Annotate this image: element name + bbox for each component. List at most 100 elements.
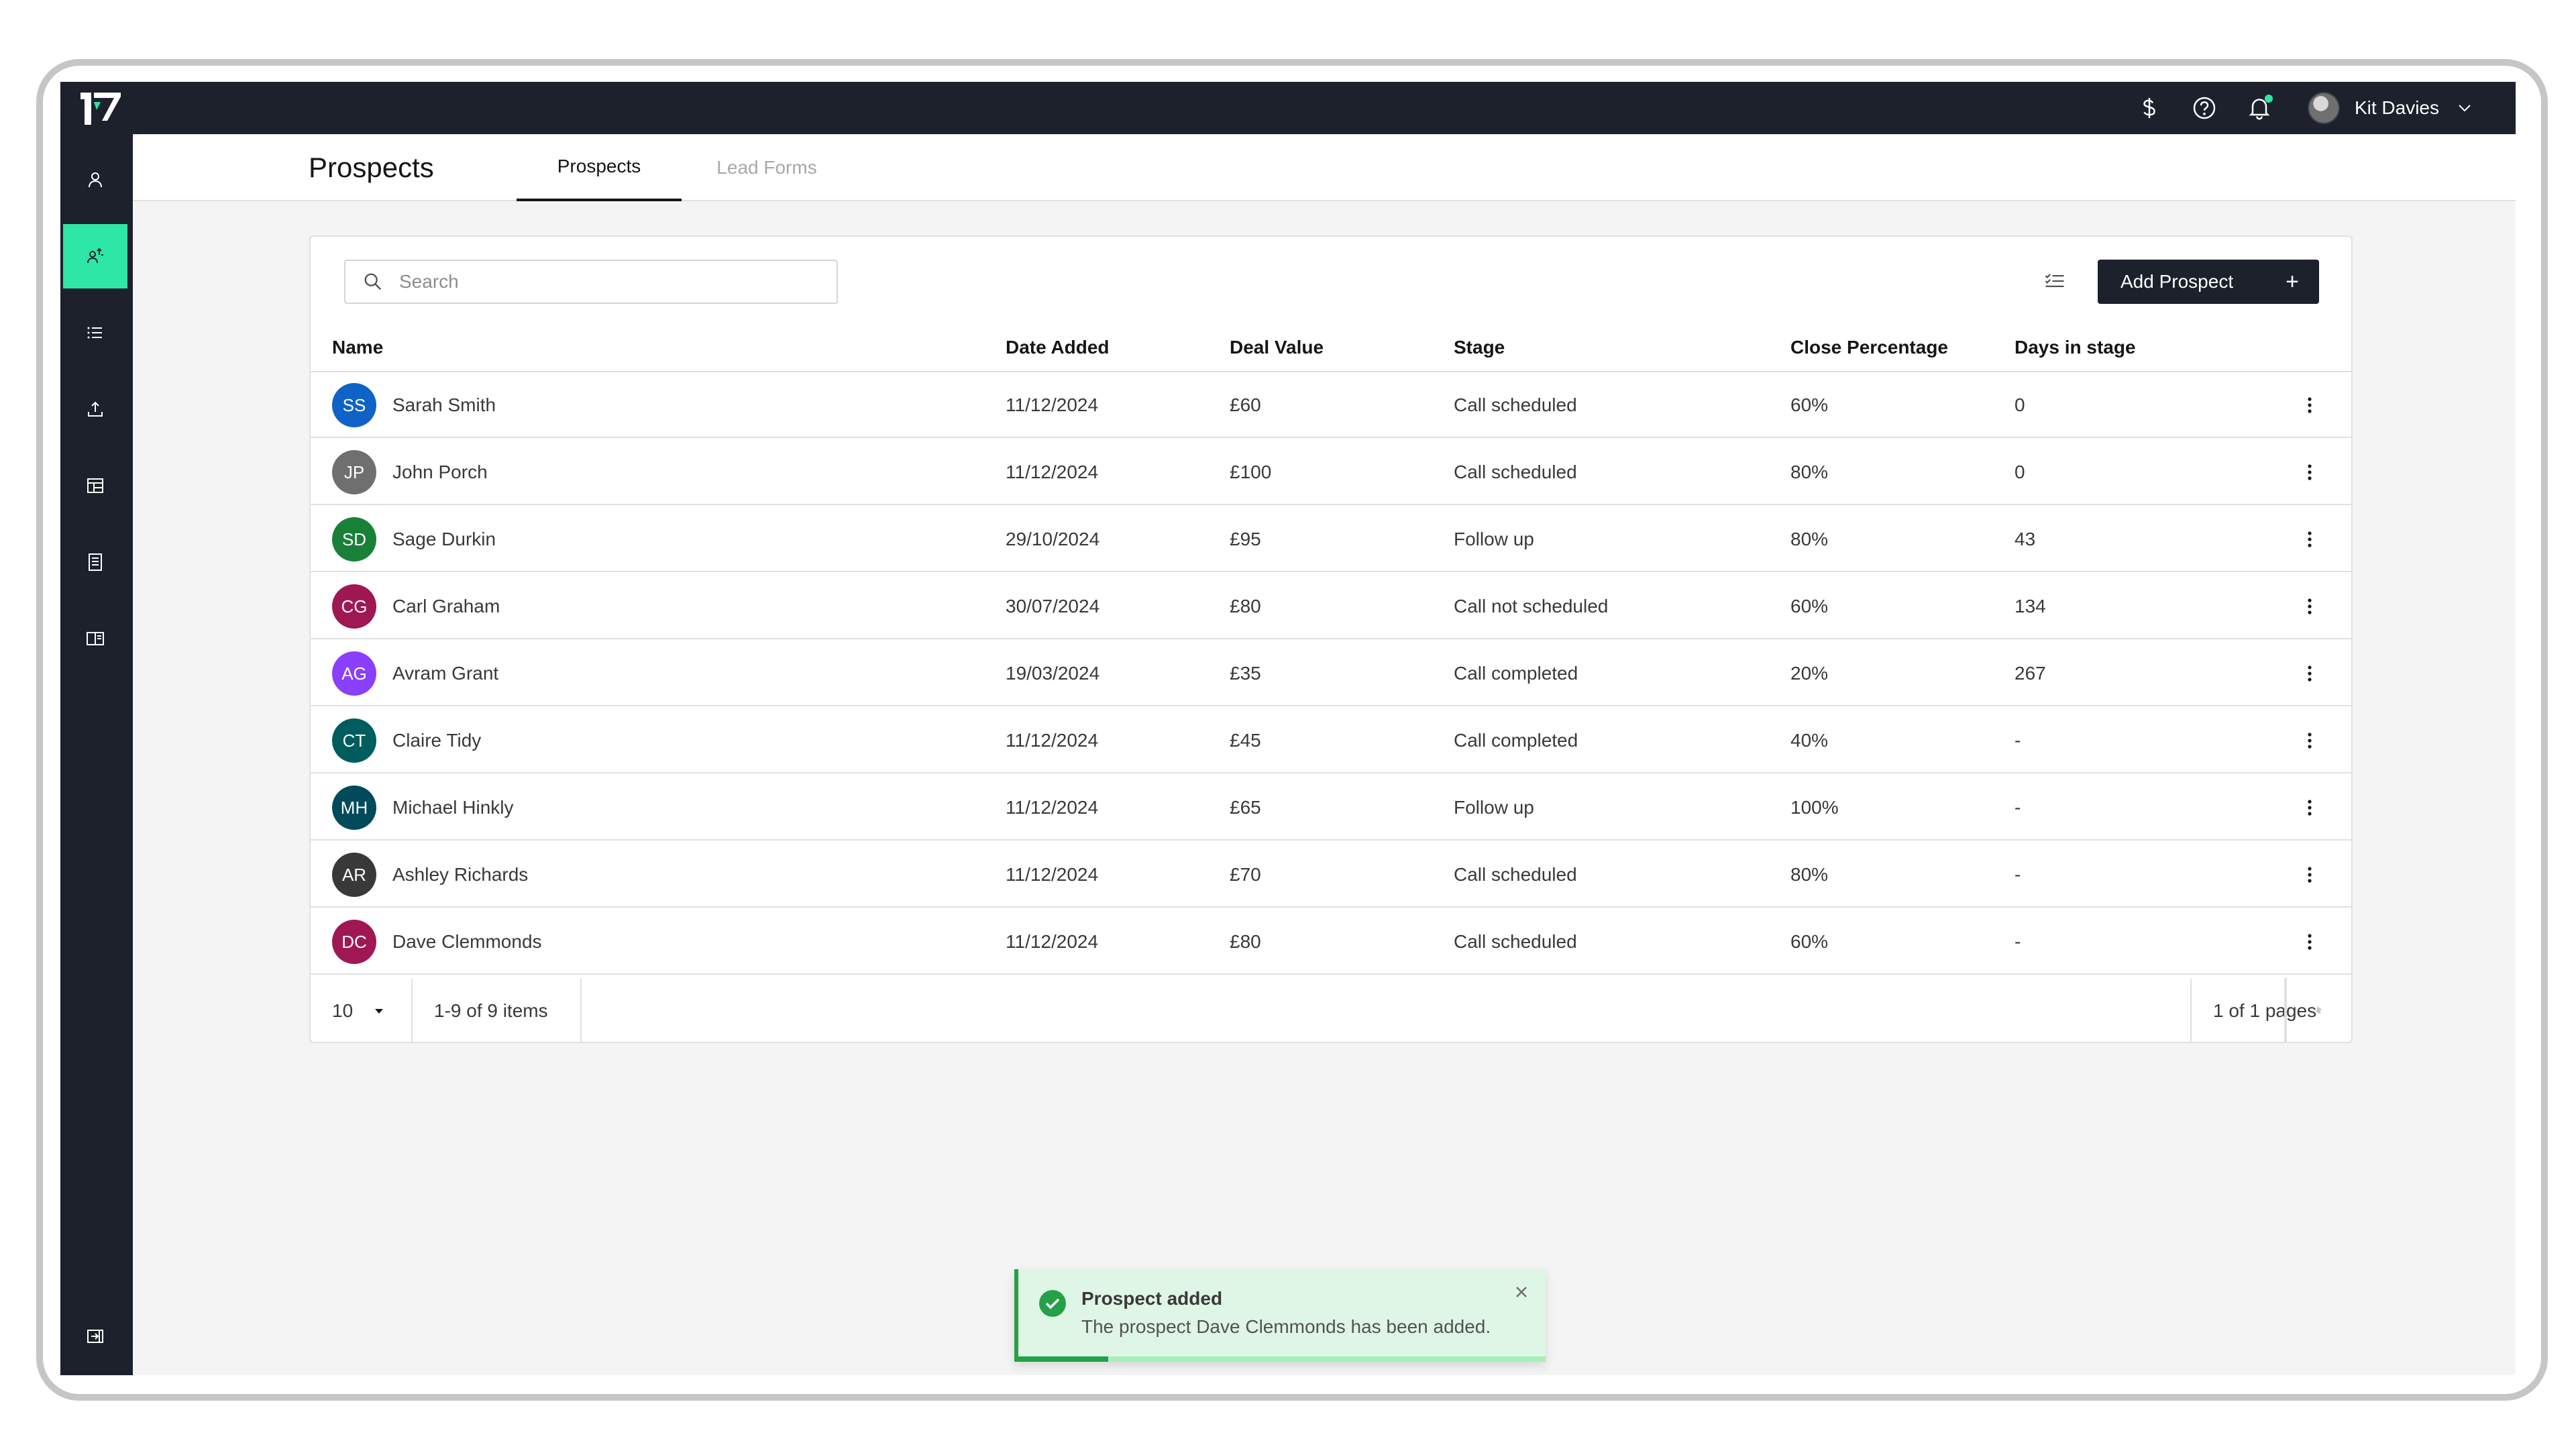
caret-down-icon [375, 1009, 384, 1014]
cell-date-added: 11/12/2024 [1006, 864, 1099, 885]
toast-progress-bar [1018, 1356, 1108, 1362]
table-row[interactable]: AR Ashley Richards 11/12/2024 £70 Call sched… [311, 842, 2351, 908]
notification-bell-icon[interactable] [2245, 93, 2274, 123]
row-overflow-menu-button[interactable] [2296, 593, 2323, 620]
cell-name[interactable]: Sage Durkin [392, 506, 496, 572]
cell-name[interactable]: John Porch [392, 439, 488, 505]
cell-name[interactable]: Avram Grant [392, 641, 498, 706]
tab-prospects[interactable]: Prospects [517, 134, 682, 201]
cell-close-percentage: 100% [1790, 797, 1839, 818]
column-header-close-percentage[interactable]: Close Percentage [1790, 323, 1948, 372]
avatar: AG [332, 651, 376, 696]
table-row[interactable]: CT Claire Tidy 11/12/2024 £45 Call completed… [311, 708, 2351, 773]
cell-days-in-stage: - [2015, 931, 2021, 952]
cell-deal-value: £80 [1230, 931, 1261, 952]
cell-name[interactable]: Carl Graham [392, 574, 500, 639]
cell-date-added: 19/03/2024 [1006, 663, 1100, 684]
table-row[interactable]: DC Dave Clemmonds 11/12/2024 £80 Call schedu… [311, 909, 2351, 975]
tab-lead-forms[interactable]: Lead Forms [684, 134, 849, 201]
sidebar-item-users[interactable] [63, 148, 127, 212]
row-overflow-menu-button[interactable] [2296, 392, 2323, 419]
app-logo[interactable] [76, 90, 123, 127]
avatar: MH [332, 786, 376, 830]
avatar: SD [332, 517, 376, 561]
cell-deal-value: £95 [1230, 529, 1261, 549]
cell-days-in-stage: 0 [2015, 462, 2025, 482]
cell-deal-value: £70 [1230, 864, 1261, 885]
sidebar-item-documents[interactable] [63, 530, 127, 594]
cell-date-added: 11/12/2024 [1006, 931, 1099, 952]
divider [2190, 979, 2192, 1043]
row-overflow-menu-button[interactable] [2296, 660, 2323, 687]
avatar: DC [332, 920, 376, 964]
cell-name[interactable]: Dave Clemmonds [392, 909, 542, 975]
cell-stage: Call not scheduled [1454, 596, 1609, 616]
table-row[interactable]: MH Michael Hinkly 11/12/2024 £65 Follow up 10… [311, 775, 2351, 841]
cell-name[interactable]: Claire Tidy [392, 708, 481, 773]
search-input[interactable] [399, 271, 815, 292]
cell-close-percentage: 80% [1790, 864, 1829, 885]
user-icon [89, 172, 102, 188]
sidebar-expand-button[interactable] [63, 1304, 127, 1368]
cell-date-added: 11/12/2024 [1006, 730, 1099, 751]
items-range: 1-9 of 9 items [434, 1000, 548, 1021]
cell-date-added: 29/10/2024 [1006, 529, 1100, 549]
cell-deal-value: £45 [1230, 730, 1261, 751]
table-row[interactable]: SD Sage Durkin 29/10/2024 £95 Follow up 80% 43 [311, 506, 2351, 572]
cell-stage: Call scheduled [1454, 462, 1577, 482]
add-prospect-button[interactable]: Add Prospect + [2098, 260, 2319, 304]
cell-deal-value: £80 [1230, 596, 1261, 616]
sidebar-item-list[interactable] [63, 301, 127, 365]
row-overflow-menu-button[interactable] [2296, 727, 2323, 754]
sidebar-item-upload[interactable] [63, 377, 127, 441]
column-header-stage[interactable]: Stage [1454, 323, 1505, 372]
dollar-icon[interactable] [2135, 93, 2164, 123]
cell-name[interactable]: Ashley Richards [392, 842, 528, 908]
cell-date-added: 30/07/2024 [1006, 596, 1100, 616]
row-overflow-menu-button[interactable] [2296, 794, 2323, 821]
sidebar-item-layout[interactable] [63, 453, 127, 518]
table-header: Name Date Added Deal Value Stage Close P… [311, 323, 2351, 372]
cell-close-percentage: 80% [1790, 529, 1829, 549]
column-header-date-added[interactable]: Date Added [1006, 323, 1110, 372]
chevron-down-icon [2459, 105, 2471, 112]
prospects-table-card: Add Prospect + Name Date Added Deal Valu… [309, 235, 2353, 1043]
user-menu[interactable]: Kit Davies [2307, 92, 2474, 124]
filter-list-icon [2045, 274, 2064, 287]
table-row[interactable]: SS Sarah Smith 11/12/2024 £60 Call scheduled… [311, 372, 2351, 438]
row-overflow-menu-button[interactable] [2296, 459, 2323, 486]
column-header-deal-value[interactable]: Deal Value [1230, 323, 1324, 372]
sidebar-item-prospects[interactable] [63, 224, 127, 288]
top-bar-actions: Kit Davies [2109, 82, 2474, 134]
cell-name[interactable]: Michael Hinkly [392, 775, 514, 841]
column-header-days-in-stage[interactable]: Days in stage [2015, 323, 2136, 372]
cell-close-percentage: 40% [1790, 730, 1829, 751]
sidebar-item-book[interactable] [63, 606, 127, 671]
cell-deal-value: £65 [1230, 797, 1261, 818]
table-row[interactable]: CG Carl Graham 30/07/2024 £80 Call not sched… [311, 574, 2351, 639]
help-icon[interactable] [2190, 93, 2219, 123]
next-page-button[interactable] [2286, 977, 2351, 1042]
overflow-menu-vertical-icon [2308, 397, 2312, 413]
row-overflow-menu-button[interactable] [2296, 861, 2323, 888]
column-header-name[interactable]: Name [332, 323, 383, 372]
cell-close-percentage: 60% [1790, 596, 1829, 616]
column-settings-button[interactable] [2036, 262, 2074, 300]
divider [580, 979, 582, 1043]
cell-name[interactable]: Sarah Smith [392, 372, 496, 438]
page-size-select[interactable]: 10 [332, 979, 406, 1043]
avatar: AR [332, 853, 376, 897]
row-overflow-menu-button[interactable] [2296, 526, 2323, 553]
row-overflow-menu-button[interactable] [2296, 928, 2323, 955]
search-box[interactable] [344, 260, 838, 304]
overflow-menu-vertical-icon [2308, 531, 2312, 547]
chevron-right-icon [2317, 1006, 2322, 1013]
cell-stage: Call scheduled [1454, 394, 1577, 415]
toast-close-button[interactable] [1509, 1280, 1534, 1304]
table-row[interactable]: JP John Porch 11/12/2024 £100 Call scheduled… [311, 439, 2351, 505]
table-row[interactable]: AG Avram Grant 19/03/2024 £35 Call completed… [311, 641, 2351, 706]
cell-deal-value: £100 [1230, 462, 1272, 482]
divider [411, 979, 413, 1043]
toast-progress-track [1018, 1356, 1546, 1362]
expand-icon [87, 1330, 103, 1343]
